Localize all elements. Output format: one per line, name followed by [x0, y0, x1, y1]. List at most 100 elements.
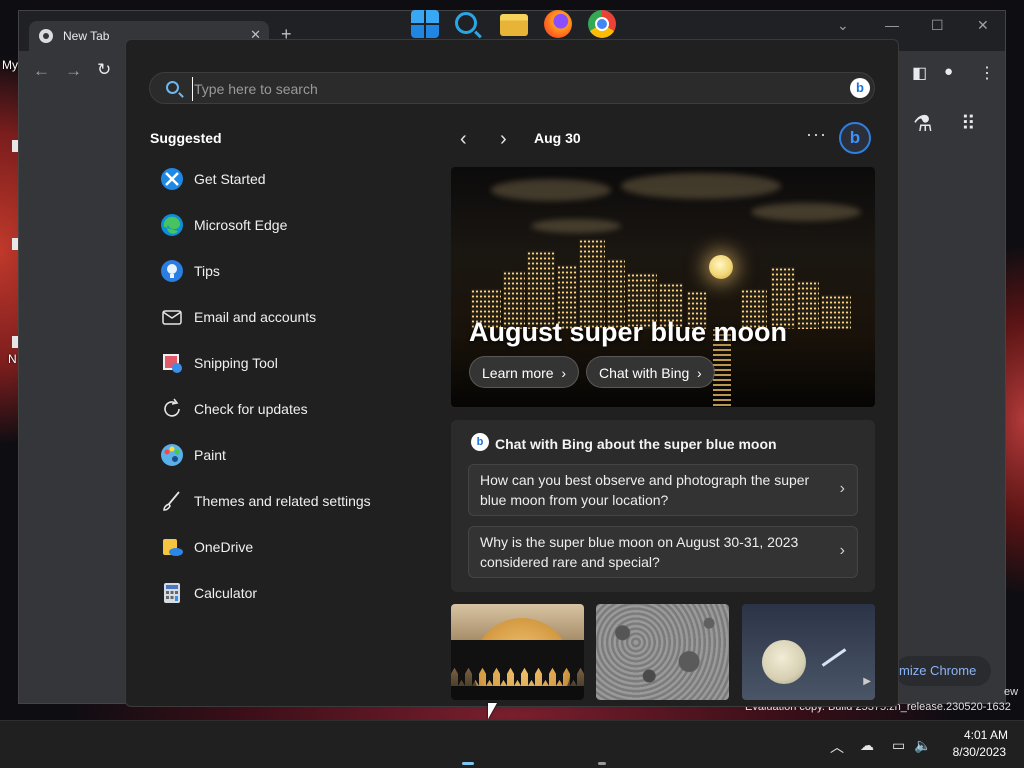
onedrive-icon [160, 535, 184, 559]
suggested-item-edge[interactable]: Microsoft Edge [150, 206, 410, 244]
bing-icon[interactable]: b [850, 78, 870, 98]
running-app-indicator [598, 762, 606, 765]
suggested-item-calculator[interactable]: Calculator [150, 574, 410, 612]
chevron-right-icon: › [839, 480, 845, 497]
chat-prompt-button[interactable]: Why is the super blue moon on August 30-… [468, 526, 858, 578]
chrome-favicon-icon [39, 29, 53, 43]
edge-icon [160, 213, 184, 237]
profile-icon[interactable]: ● [944, 63, 953, 80]
hero-moon [709, 255, 733, 279]
minimize-icon[interactable]: — [885, 17, 899, 33]
chat-card-title: Chat with Bing about the super blue moon [495, 436, 777, 452]
chevron-right-icon: › [839, 542, 845, 559]
chat-with-bing-button[interactable]: Chat with Bing › [586, 356, 715, 388]
display-icon[interactable]: ▭ [892, 737, 905, 754]
chat-prompt-text: How can you best observe and photograph … [480, 472, 810, 508]
hero-image-card[interactable]: August super blue moon Learn more › Chat… [451, 167, 875, 407]
search-box[interactable]: b [149, 72, 875, 104]
back-icon[interactable]: ← [33, 61, 50, 81]
labs-flask-icon[interactable]: ⚗ [913, 111, 933, 137]
suggested-item-themes[interactable]: Themes and related settings [150, 482, 410, 520]
chevron-down-icon[interactable]: ⌄ [837, 17, 849, 34]
highlights-date: Aug 30 [534, 130, 581, 146]
chevron-right-icon: › [693, 365, 702, 381]
moon-surface-thumbnail[interactable] [596, 604, 729, 700]
brush-icon [160, 489, 184, 513]
side-panel-icon[interactable]: ◧ [912, 63, 927, 83]
hero-title: August super blue moon [469, 317, 788, 347]
clock-time[interactable]: 4:01 AM [948, 728, 1008, 742]
chat-prompt-button[interactable]: How can you best observe and photograph … [468, 464, 858, 516]
desktop-icon-label-n[interactable]: N [8, 352, 17, 366]
taskbar-search-icon[interactable] [455, 12, 477, 34]
chrome-icon[interactable] [588, 10, 616, 38]
suggested-item-label: Microsoft Edge [194, 217, 288, 233]
city-building [821, 295, 851, 329]
moon-night-thumbnail[interactable]: ▶ [742, 604, 875, 700]
suggested-item-get-started[interactable]: Get Started [150, 160, 410, 198]
mail-icon [160, 305, 184, 329]
more-options-icon[interactable]: ··· [806, 124, 827, 145]
bing-chat-icon[interactable]: b [839, 122, 871, 154]
thumbnail-figure [821, 648, 847, 667]
chrome-tab-title: New Tab [63, 29, 110, 43]
forward-icon[interactable]: → [65, 61, 82, 81]
apps-grid-icon[interactable]: ⠿ [961, 111, 976, 136]
chevron-right-icon: › [557, 365, 567, 381]
maximize-icon[interactable]: ☐ [931, 17, 944, 34]
previous-day-chevron-icon[interactable]: ‹ [460, 128, 467, 151]
close-window-icon[interactable]: ✕ [977, 17, 989, 34]
suggested-item-email[interactable]: Email and accounts [150, 298, 410, 336]
moon-thumbnail[interactable] [451, 604, 584, 700]
next-day-chevron-icon[interactable]: › [500, 128, 507, 151]
active-app-indicator [462, 762, 474, 765]
suggested-item-check-updates[interactable]: Check for updates [150, 390, 410, 428]
suggested-item-tips[interactable]: Tips [150, 252, 410, 290]
suggested-item-label: Tips [194, 263, 220, 279]
search-input[interactable] [192, 77, 792, 101]
city-building [797, 281, 819, 329]
hero-cloud [491, 179, 611, 201]
suggested-item-paint[interactable]: Paint [150, 436, 410, 474]
customize-chrome-button[interactable]: mize Chrome [895, 656, 991, 686]
suggested-heading: Suggested [150, 130, 222, 146]
show-hidden-icons-chevron-icon[interactable]: ︿ [830, 737, 844, 757]
firefox-icon[interactable] [544, 10, 572, 38]
taskbar: ︿ ☁ ▭ 🔈 [0, 720, 1024, 768]
reload-icon[interactable]: ↻ [97, 60, 111, 80]
bing-icon: b [471, 433, 489, 451]
snipping-tool-icon [160, 351, 184, 375]
thumbnail-ground [451, 686, 584, 700]
suggested-item-snipping-tool[interactable]: Snipping Tool [150, 344, 410, 382]
menu-dots-icon[interactable]: ⋮ [979, 63, 995, 83]
paint-icon [160, 443, 184, 467]
network-offline-icon[interactable]: ☁ [860, 737, 874, 754]
suggested-item-label: Themes and related settings [194, 493, 371, 509]
learn-more-label: Learn more [482, 365, 554, 381]
get-started-icon [160, 167, 184, 191]
chat-prompt-text: Why is the super blue moon on August 30-… [480, 534, 799, 570]
chat-with-bing-label: Chat with Bing [599, 365, 690, 381]
hero-cloud [531, 219, 621, 233]
suggested-item-label: OneDrive [194, 539, 254, 555]
learn-more-button[interactable]: Learn more › [469, 356, 580, 388]
calculator-icon [160, 581, 184, 605]
clock-date[interactable]: 8/30/2023 [936, 745, 1006, 759]
desktop-icon-label-my[interactable]: My [2, 58, 18, 72]
hero-cloud [621, 173, 781, 199]
suggested-item-label: Get Started [194, 171, 266, 187]
suggested-item-label: Check for updates [194, 401, 308, 417]
windows-start-icon[interactable] [411, 10, 439, 38]
search-flyout: b Suggested Get Started Microsoft Edge T… [125, 39, 899, 707]
tips-icon [160, 259, 184, 283]
suggested-item-label: Paint [194, 447, 226, 463]
volume-icon[interactable]: 🔈 [914, 737, 931, 754]
thumbnail-moon [762, 640, 806, 684]
suggested-item-onedrive[interactable]: OneDrive [150, 528, 410, 566]
scroll-right-icon[interactable]: ▶ [863, 676, 871, 687]
suggested-item-label: Calculator [194, 585, 258, 601]
file-explorer-icon[interactable] [500, 14, 528, 36]
search-icon [166, 81, 179, 94]
hero-cloud [751, 203, 861, 221]
suggested-item-label: Email and accounts [194, 309, 317, 325]
